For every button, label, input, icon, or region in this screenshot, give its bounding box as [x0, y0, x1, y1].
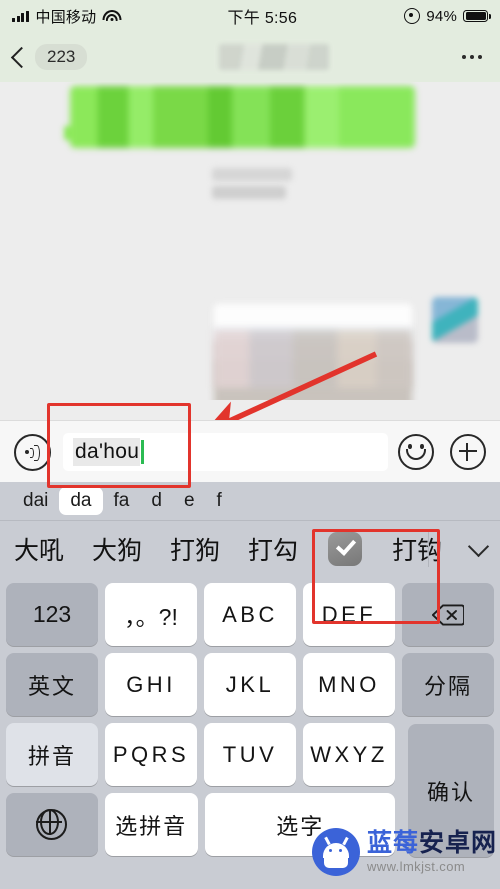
candidate-item[interactable]: 打勾	[234, 531, 312, 567]
key-separator[interactable]: 分隔	[402, 653, 494, 716]
text-caret	[141, 440, 144, 464]
status-bar-left: 中国移动	[0, 6, 122, 27]
battery-percent-label: 94%	[426, 7, 457, 25]
candidate-item[interactable]: 打狗	[156, 531, 234, 567]
key-select-pinyin[interactable]: 选拼音	[104, 793, 198, 856]
chevron-down-icon[interactable]	[470, 539, 488, 557]
pinyin-segment[interactable]: fa	[103, 487, 141, 515]
plus-circle-icon[interactable]	[450, 434, 486, 470]
key-123[interactable]: 123	[6, 583, 98, 646]
globe-icon	[36, 808, 68, 840]
signal-bars-icon	[12, 10, 29, 22]
chat-input-bar: da'hou	[0, 420, 500, 483]
check-mark-emoji-candidate[interactable]	[328, 532, 363, 566]
unread-count-badge: 223	[35, 43, 88, 71]
keyboard-row: 英文 GHI JKL MNO 分隔	[6, 653, 494, 716]
key-pqrs[interactable]: PQRS	[105, 723, 197, 786]
carrier-label: 中国移动	[35, 8, 97, 26]
keyboard-row: 123 ，。?! ABC DEF	[6, 583, 494, 646]
candidate-row: 大吼 大狗 打狗 打勾 打钩	[0, 521, 500, 577]
battery-icon	[463, 9, 491, 23]
key-jkl[interactable]: JKL	[204, 653, 296, 716]
pinyin-segment[interactable]: dai	[12, 487, 59, 515]
watermark-title-part2: 安卓网	[419, 829, 498, 857]
wifi-icon	[102, 9, 122, 23]
page-title	[87, 44, 461, 70]
android-robot-logo	[312, 828, 360, 876]
candidate-item[interactable]: 打钩	[378, 531, 448, 567]
phone-screen: 中国移动 下午 5:56 94% 223 da'hou dai da fa d …	[0, 0, 500, 889]
blurred-contact-name	[219, 44, 330, 70]
watermark-title: 蓝莓安卓网	[367, 831, 497, 856]
watermark-url: www.lmkjst.com	[367, 859, 466, 874]
candidate-item[interactable]: 大吼	[0, 531, 78, 567]
composing-text: da'hou	[73, 438, 141, 466]
key-pinyin-mode[interactable]: 拼音	[6, 723, 98, 786]
key-abc[interactable]: ABC	[204, 583, 296, 646]
key-ghi[interactable]: GHI	[105, 653, 197, 716]
back-button[interactable]: 223	[0, 43, 88, 71]
voice-input-icon[interactable]	[14, 433, 51, 471]
chevron-left-icon	[10, 46, 33, 68]
backspace-key[interactable]	[402, 583, 494, 646]
pinyin-segment[interactable]: f	[206, 487, 233, 515]
blurred-text-line	[212, 168, 292, 181]
image-message-detail	[214, 330, 412, 388]
clock-label: 下午 5:56	[227, 10, 298, 27]
avatar[interactable]	[432, 297, 478, 343]
globe-key[interactable]	[6, 793, 98, 856]
watermark-title-part1: 蓝莓	[367, 829, 420, 857]
key-english-mode[interactable]: 英文	[6, 653, 98, 716]
key-mno[interactable]: MNO	[303, 653, 395, 716]
pinyin-segment-selected[interactable]: da	[59, 487, 103, 515]
blurred-text-line	[212, 186, 286, 199]
message-bubble-green[interactable]	[70, 86, 415, 148]
emoji-smiley-icon[interactable]	[398, 434, 434, 470]
alarm-clock-icon	[404, 8, 421, 24]
message-input[interactable]: da'hou	[63, 433, 388, 471]
watermark-text: 蓝莓安卓网 www.lmkjst.com	[367, 831, 497, 874]
navigation-bar: 223	[0, 32, 500, 82]
chat-message-list[interactable]	[0, 82, 500, 400]
pinyin-segment-row: dai da fa d e f	[0, 482, 500, 520]
key-wxyz[interactable]: WXYZ	[303, 723, 395, 786]
site-watermark: 蓝莓安卓网 www.lmkjst.com	[312, 828, 497, 876]
key-punctuation[interactable]: ，。?!	[105, 583, 197, 646]
candidate-item[interactable]: 大狗	[78, 531, 156, 567]
pinyin-segment[interactable]: d	[140, 487, 173, 515]
status-bar-right: 94%	[404, 8, 500, 25]
pinyin-segment[interactable]: e	[173, 487, 206, 515]
divider	[428, 531, 429, 567]
status-bar-center: 下午 5:56	[120, 4, 404, 28]
key-def[interactable]: DEF	[303, 583, 395, 646]
keyboard-grid: 123 ，。?! ABC DEF 英文 GHI JKL MNO 分隔 拼音 PQ…	[0, 577, 500, 857]
status-bar: 中国移动 下午 5:56 94%	[0, 0, 500, 32]
backspace-icon	[432, 603, 464, 626]
key-tuv[interactable]: TUV	[204, 723, 296, 786]
more-dots-icon[interactable]	[461, 54, 500, 60]
